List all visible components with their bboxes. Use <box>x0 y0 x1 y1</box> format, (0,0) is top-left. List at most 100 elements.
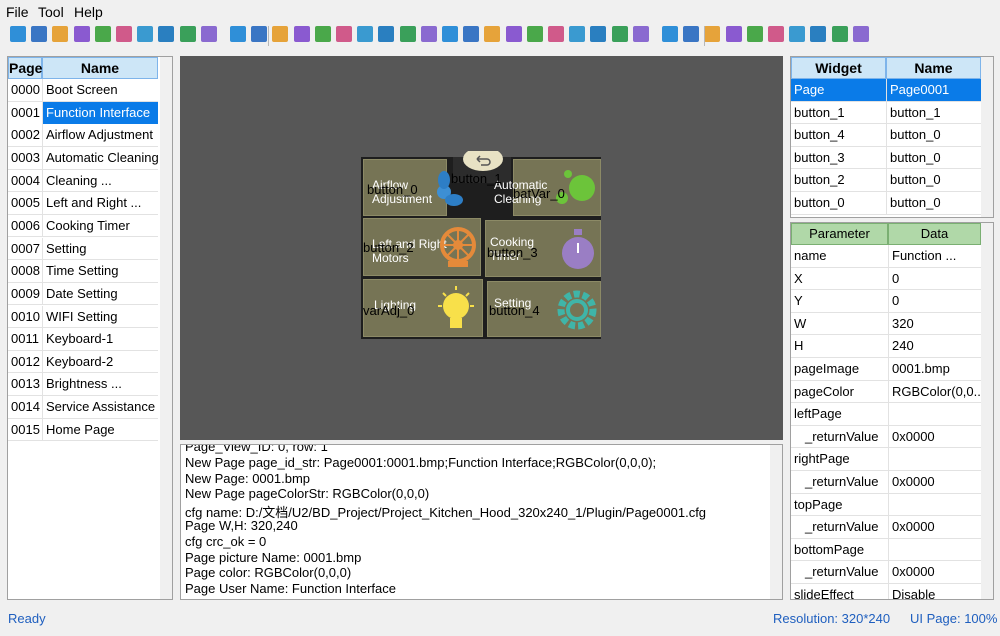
parameter-row[interactable]: _returnValue 0x0000 <box>791 471 981 494</box>
parameter-row[interactable]: name Function ... <box>791 245 981 268</box>
alarm-icon[interactable] <box>357 26 374 42</box>
keyboard-kbk-icon[interactable] <box>200 26 217 42</box>
page-list-row[interactable]: 0005 Left and Right ... <box>8 192 158 215</box>
parameter-row[interactable]: Y0 <box>791 290 981 313</box>
page-preview[interactable]: Airflow Adjustment Automatic Cleaning Le… <box>361 151 601 339</box>
page-list-row[interactable]: 0013 Brightness ... <box>8 373 158 397</box>
widget-name-column-header[interactable]: Name <box>886 57 981 79</box>
page-list-row[interactable]: 0009 Date Setting <box>8 282 158 306</box>
parameter-scrollbar[interactable] <box>981 223 993 599</box>
page-column-header[interactable]: Page <box>8 57 42 79</box>
page-list-scrollbar[interactable] <box>160 57 172 599</box>
widget-list-row[interactable]: button_4 button_0 <box>791 124 981 147</box>
image-edit-icon[interactable] <box>526 26 543 42</box>
list-icon[interactable] <box>137 26 154 42</box>
parameter-cell-key: Y <box>794 293 803 309</box>
widget-column-header[interactable]: Widget <box>791 57 886 79</box>
align-left-icon[interactable] <box>662 26 678 42</box>
bitmap-icon[interactable] <box>484 26 501 42</box>
align-top-icon[interactable] <box>704 26 721 42</box>
ring-icon[interactable] <box>463 26 480 42</box>
parameter-row[interactable]: slideEffect Disable <box>791 584 981 599</box>
menu-file[interactable]: File <box>6 4 29 20</box>
parameter-row[interactable]: _returnValue 0x0000 <box>791 516 981 539</box>
gif-icon[interactable] <box>378 26 395 42</box>
image-icon[interactable] <box>548 26 564 42</box>
pointer-icon[interactable] <box>569 26 586 42</box>
distribute-v-icon[interactable] <box>831 26 848 42</box>
widget-list-scrollbar[interactable] <box>981 57 993 217</box>
parameter-cell-value <box>888 448 981 471</box>
page-list-row[interactable]: 0001 Function Interface <box>8 101 158 125</box>
parameter-row[interactable]: _returnValue 0x0000 <box>791 561 981 584</box>
widget-list-cell-key: button_2 <box>794 172 845 188</box>
window-icon[interactable] <box>293 26 310 42</box>
date-icon[interactable] <box>336 26 352 42</box>
page-list-cell-value: Airflow Adjustment <box>42 124 158 147</box>
same-width-icon[interactable] <box>746 26 763 42</box>
widget-list-row[interactable]: button_0 button_0 <box>791 192 981 215</box>
page-list-row[interactable]: 0011 Keyboard-1 <box>8 328 158 351</box>
keyboard-icon[interactable] <box>158 26 175 42</box>
zoom-icon[interactable] <box>852 26 869 42</box>
same-size-icon[interactable] <box>789 26 806 42</box>
slider-icon[interactable] <box>442 26 458 42</box>
page-list-row[interactable]: 0006 Cooking Timer <box>8 214 158 238</box>
widget-list-cell-value: button_0 <box>886 192 981 214</box>
page-icon[interactable] <box>52 26 69 42</box>
align-bottom-icon[interactable] <box>725 26 742 42</box>
parameter-row[interactable]: topPage <box>791 493 981 517</box>
parameter-row[interactable]: bottomPage <box>791 538 981 562</box>
parameter-row[interactable]: leftPage <box>791 403 981 426</box>
page-list-row[interactable]: 0012 Keyboard-2 <box>8 350 158 374</box>
clock-icon[interactable] <box>314 26 331 42</box>
page-list-row[interactable]: 0004 Cleaning ... <box>8 169 158 193</box>
record-icon[interactable] <box>632 26 649 42</box>
parameter-row[interactable]: pageColor RGBColor(0,0... <box>791 380 981 404</box>
widget-list-row[interactable]: button_2 button_0 <box>791 169 981 192</box>
widget-list-row[interactable]: button_3 button_0 <box>791 146 981 170</box>
page-list-row[interactable]: 0000 Boot Screen <box>8 79 158 102</box>
palette-icon[interactable] <box>116 26 132 42</box>
page-list-row[interactable]: 0015 Home Page <box>8 418 158 442</box>
widget-list-row[interactable]: Page Page0001 <box>791 79 981 102</box>
data-column-header[interactable]: Data <box>888 223 981 245</box>
same-height-icon[interactable] <box>768 26 784 42</box>
log-output[interactable]: Page_View_ID: 0, row: 1 New Page page_id_… <box>180 444 783 600</box>
page-list-icon[interactable] <box>31 26 48 42</box>
search-icon[interactable] <box>10 26 26 42</box>
target-icon[interactable] <box>505 26 522 42</box>
keyboard-en-icon[interactable] <box>179 26 196 42</box>
log-scrollbar[interactable] <box>770 445 782 599</box>
page-list-row[interactable]: 0007 Setting <box>8 237 158 261</box>
menu-tool[interactable]: Tool <box>38 4 64 20</box>
qr-icon[interactable] <box>399 26 416 42</box>
page-list-row[interactable]: 0008 Time Setting <box>8 260 158 283</box>
menu-help[interactable]: Help <box>74 4 103 20</box>
parameter-row[interactable]: rightPage <box>791 448 981 471</box>
parameter-row[interactable]: _returnValue 0x0000 <box>791 425 981 449</box>
tree-icon[interactable] <box>94 26 111 42</box>
parameter-row[interactable]: pageImage 0001.bmp <box>791 358 981 381</box>
parameter-row[interactable]: X0 <box>791 267 981 291</box>
name-column-header[interactable]: Name <box>42 57 158 79</box>
gauge-icon[interactable] <box>590 26 607 42</box>
widget-list-row[interactable]: button_1 button_1 <box>791 101 981 125</box>
parameter-row[interactable]: H 240 <box>791 335 981 358</box>
button-icon[interactable] <box>251 26 268 42</box>
number-icon[interactable] <box>272 26 289 42</box>
align-right-icon[interactable] <box>683 26 700 42</box>
video-icon[interactable] <box>611 26 628 42</box>
page-list-row[interactable]: 0014 Service Assistance <box>8 396 158 419</box>
page-list-row[interactable]: 0010 WIFI Setting <box>8 305 158 329</box>
grid-icon[interactable] <box>73 26 90 42</box>
parameter-column-header[interactable]: Parameter <box>791 223 888 245</box>
widget-list-panel: Widget Name Page Page0001 button_1 button_1… <box>790 56 994 218</box>
page-list-row[interactable]: 0002 Airflow Adjustment <box>8 124 158 147</box>
text-icon[interactable] <box>230 26 246 42</box>
design-canvas[interactable]: Airflow Adjustment Automatic Cleaning Le… <box>180 56 783 440</box>
parameter-row[interactable]: W 320 <box>791 312 981 336</box>
wav-icon[interactable] <box>420 26 437 42</box>
distribute-h-icon[interactable] <box>810 26 827 42</box>
page-list-row[interactable]: 0003 Automatic Cleaning <box>8 146 158 170</box>
